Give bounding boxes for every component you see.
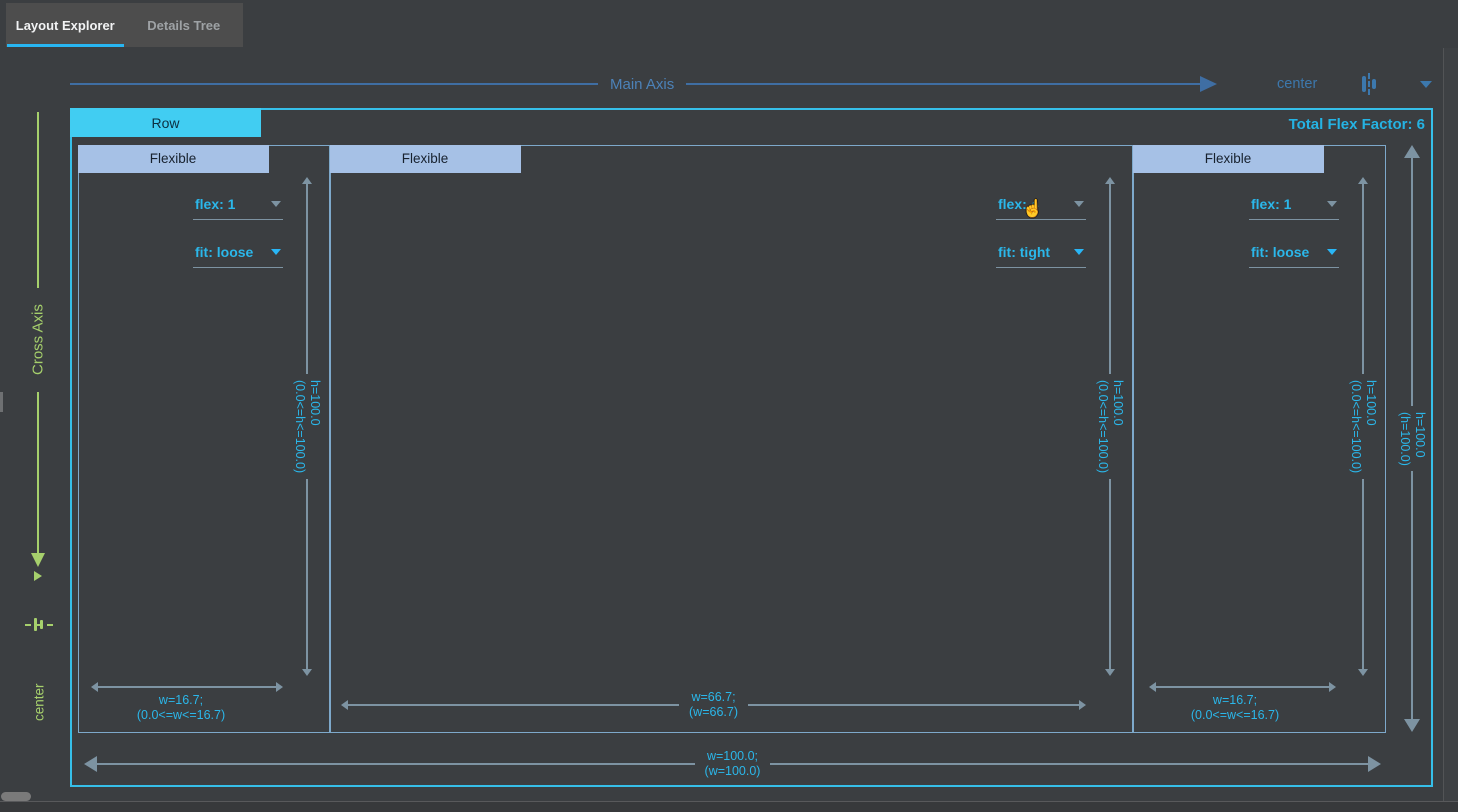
height-arrow: h=100.0 (0.0<=h<=100.0) (1355, 177, 1371, 676)
row-widget-header[interactable]: Row (70, 108, 261, 137)
flexible-child-1[interactable]: Flexible flex: 1 fit: loose h=100.0 (0.0… (78, 145, 330, 733)
flex-value: flex: 1 (1251, 196, 1291, 212)
row-width-label: w=100.0; (w=100.0) (695, 749, 771, 779)
arrowhead-left-icon (91, 682, 98, 692)
main-axis-alignment-dropdown[interactable]: center (1258, 70, 1436, 98)
caret-down-icon (1327, 249, 1337, 255)
cross-axis-line (37, 112, 39, 288)
arrowhead-down-icon (1404, 719, 1420, 732)
caret-down-icon (271, 201, 281, 207)
tab-layout-explorer[interactable]: Layout Explorer (6, 3, 125, 47)
total-flex-factor: Total Flex Factor: 6 (1289, 116, 1425, 133)
flexible-header[interactable]: Flexible (1133, 145, 1324, 173)
caret-right-icon[interactable] (34, 571, 42, 581)
flex-value: flex: 1 (195, 196, 235, 212)
caret-down-icon (1420, 81, 1432, 88)
width-arrow (1149, 680, 1336, 694)
tab-label: Details Tree (147, 18, 220, 33)
caret-down-icon (1327, 201, 1337, 207)
flexible-header[interactable]: Flexible (78, 145, 269, 173)
caret-down-icon (1074, 201, 1084, 207)
arrowhead-right-icon (1329, 682, 1336, 692)
main-axis-line (686, 83, 1200, 85)
arrowhead-right-icon (1368, 756, 1381, 772)
main-axis-label: Main Axis (610, 76, 674, 93)
right-panel-edge (1443, 48, 1458, 801)
width-label: w=66.7; (w=66.7) (679, 690, 748, 720)
row-widget-label: Row (151, 115, 179, 131)
arrowhead-right-icon (276, 682, 283, 692)
fit-value: fit: tight (998, 244, 1050, 260)
arrowhead-right-icon (1200, 76, 1217, 92)
horizontal-scrollbar-thumb[interactable] (1, 792, 31, 801)
arrowhead-up-icon (1404, 145, 1420, 158)
height-arrow: h=100.0 (0.0<=h<=100.0) (299, 177, 315, 676)
layout-explorer-panel: Layout Explorer Details Tree Main Axis c… (0, 0, 1458, 812)
cross-axis-line (37, 392, 39, 554)
width-label: w=16.7; (0.0<=w<=16.7) (79, 693, 283, 723)
cross-axis-center-icon[interactable] (25, 616, 53, 633)
arrowhead-down-icon (302, 669, 312, 676)
tab-details-tree[interactable]: Details Tree (125, 3, 244, 47)
row-height-arrow: h=100.0 (h=100.0) (1404, 145, 1420, 732)
fit-dropdown[interactable]: fit: tight (996, 244, 1086, 268)
arrowhead-up-icon (302, 177, 312, 184)
main-axis-arrow: Main Axis (70, 76, 1217, 92)
flexible-child-2[interactable]: Flexible flex: 4 fit: tight h=100.0 (0.0… (330, 145, 1133, 733)
height-label: h=100.0 (0.0<=h<=100.0) (1348, 380, 1378, 473)
arrowhead-up-icon (1105, 177, 1115, 184)
arrowhead-left-icon (341, 700, 348, 710)
fit-dropdown[interactable]: fit: loose (1249, 244, 1339, 268)
arrowhead-down-icon (1358, 669, 1368, 676)
width-label: w=16.7; (0.0<=w<=16.7) (1134, 693, 1336, 723)
flex-dropdown[interactable]: flex: 4 (996, 196, 1086, 220)
arrowhead-left-icon (1149, 682, 1156, 692)
pane-drag-handle[interactable] (0, 392, 3, 412)
arrowhead-up-icon (1358, 177, 1368, 184)
caret-down-icon (271, 249, 281, 255)
main-axis-center-icon (1357, 74, 1381, 94)
row-widget-container: Row Total Flex Factor: 6 Flexible flex: … (70, 108, 1433, 787)
flexible-header[interactable]: Flexible (330, 145, 521, 173)
tab-bar: Layout Explorer Details Tree (6, 3, 243, 47)
row-width-arrow: w=100.0; (w=100.0) (84, 748, 1381, 780)
arrowhead-down-icon (31, 553, 45, 567)
width-arrow (91, 680, 283, 694)
horizontal-scrollbar-track[interactable] (0, 801, 1458, 812)
fit-dropdown[interactable]: fit: loose (193, 244, 283, 268)
flexible-label: Flexible (150, 151, 197, 166)
arrowhead-left-icon (84, 756, 97, 772)
caret-down-icon (1074, 249, 1084, 255)
flexible-label: Flexible (402, 151, 449, 166)
tab-label: Layout Explorer (16, 18, 115, 33)
main-axis-line (70, 83, 598, 85)
height-label: h=100.0 (0.0<=h<=100.0) (292, 380, 322, 473)
cross-axis-alignment-dropdown[interactable]: center (29, 668, 49, 736)
height-label: h=100.0 (0.0<=h<=100.0) (1095, 380, 1125, 473)
fit-value: fit: loose (195, 244, 253, 260)
flexible-child-3[interactable]: Flexible flex: 1 fit: loose h=100.0 (0.0… (1133, 145, 1386, 733)
arrowhead-right-icon (1079, 700, 1086, 710)
flex-value: flex: 4 (998, 196, 1038, 212)
arrowhead-down-icon (1105, 669, 1115, 676)
flex-dropdown[interactable]: flex: 1 (1249, 196, 1339, 220)
main-axis-alignment-value: center (1258, 76, 1317, 92)
flex-dropdown[interactable]: flex: 1 (193, 196, 283, 220)
width-arrow: w=66.7; (w=66.7) (341, 689, 1086, 721)
flexible-label: Flexible (1205, 151, 1252, 166)
cross-axis-label: Cross Axis (27, 288, 49, 392)
row-height-label: h=100.0 (h=100.0) (1397, 412, 1427, 466)
height-arrow: h=100.0 (0.0<=h<=100.0) (1102, 177, 1118, 676)
fit-value: fit: loose (1251, 244, 1309, 260)
